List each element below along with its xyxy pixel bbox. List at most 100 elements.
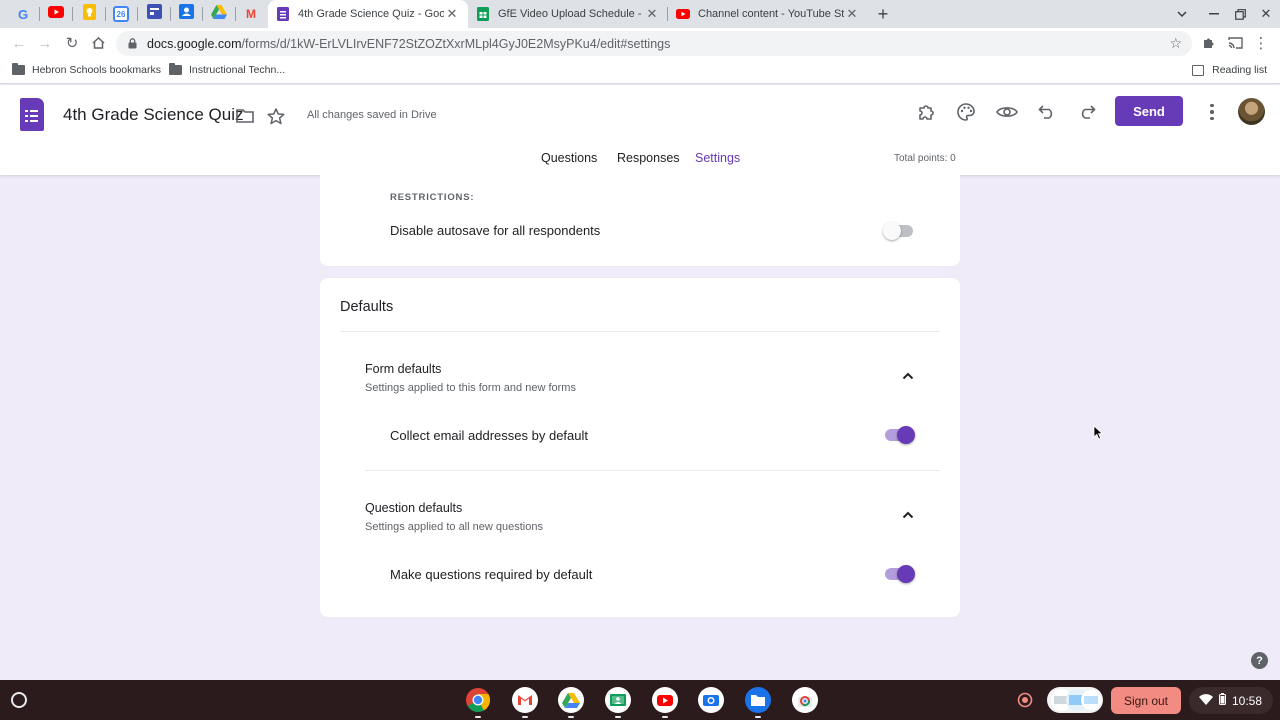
status-area[interactable]: 10:58: [1189, 687, 1273, 714]
close-window-icon[interactable]: ✕: [1256, 4, 1276, 24]
bookmark-star-icon[interactable]: ☆: [1169, 35, 1182, 52]
back-icon[interactable]: ←: [8, 32, 30, 54]
youtube-icon[interactable]: [651, 686, 679, 714]
bookmark-folder-hebron[interactable]: Hebron Schools bookmarks: [12, 63, 161, 76]
save-status: All changes saved in Drive: [307, 109, 437, 121]
url-path: /forms/d/1kW-ErLVLIrvENF72StZOZtXxrMLpl4…: [241, 36, 671, 51]
sign-out-button[interactable]: Sign out: [1111, 687, 1181, 714]
restore-icon[interactable]: [1230, 4, 1250, 24]
drive-icon[interactable]: [557, 686, 585, 714]
home-icon[interactable]: [87, 32, 109, 54]
gmail-icon[interactable]: [511, 686, 539, 714]
move-to-folder-icon[interactable]: [234, 105, 256, 127]
contacts-icon: [178, 4, 194, 24]
new-tab-button[interactable]: +: [873, 4, 893, 24]
bookmarks-bar: Hebron Schools bookmarks Instructional T…: [0, 58, 1280, 84]
add-ons-icon[interactable]: [915, 100, 939, 124]
help-icon[interactable]: ?: [1251, 652, 1268, 669]
forms-header: 4th Grade Science Quiz All changes saved…: [0, 85, 1280, 176]
extensions-icon[interactable]: [1198, 32, 1220, 54]
youtube-icon: [48, 5, 64, 23]
collect-email-toggle[interactable]: [883, 425, 917, 445]
calendar-icon: 26: [113, 6, 129, 22]
chevron-up-icon[interactable]: [899, 506, 917, 524]
camera-icon[interactable]: [697, 686, 725, 714]
disable-autosave-toggle[interactable]: [883, 221, 917, 241]
chrome-icon[interactable]: [464, 686, 492, 714]
tab-forms-quiz[interactable]: 4th Grade Science Quiz - Google Forms ✕: [268, 0, 468, 28]
total-points: Total points: 0: [894, 153, 956, 164]
tab-sheets-schedule[interactable]: GfE Video Upload Schedule - Google Sheet…: [468, 0, 668, 28]
chevron-up-icon[interactable]: [899, 367, 917, 385]
youtube-tab-icon: [676, 7, 690, 21]
reload-icon[interactable]: ↻: [61, 32, 83, 54]
palette-icon[interactable]: [954, 100, 978, 124]
web-store-icon[interactable]: [791, 686, 819, 714]
form-defaults-subtitle: Settings applied to this form and new fo…: [365, 382, 576, 394]
launcher-icon[interactable]: [11, 692, 27, 708]
close-tab-icon[interactable]: ✕: [644, 6, 660, 22]
make-required-label: Make questions required by default: [390, 567, 593, 582]
restrictions-heading: RESTRICTIONS:: [390, 192, 475, 203]
close-tab-icon[interactable]: ✕: [844, 6, 860, 22]
keep-icon: [82, 3, 96, 25]
tab-search-chevron-icon[interactable]: [1172, 4, 1192, 24]
wifi-icon: [1199, 693, 1213, 708]
gmail-icon: M: [246, 7, 256, 21]
pinned-tab-drive[interactable]: [203, 2, 235, 26]
cast-icon[interactable]: [1224, 32, 1246, 54]
bookmark-label: Instructional Techn...: [189, 64, 286, 76]
pinned-tab-youtube[interactable]: [40, 2, 72, 26]
defaults-heading: Defaults: [340, 299, 394, 315]
undo-icon[interactable]: [1035, 100, 1059, 124]
address-bar[interactable]: docs.google.com/forms/d/1kW-ErLVLIrvENF7…: [116, 31, 1192, 56]
question-defaults-title[interactable]: Question defaults: [365, 501, 462, 515]
tab-youtube-studio[interactable]: Channel content - YouTube Studio ✕: [668, 0, 868, 28]
pinned-tab-calendar[interactable]: 26: [105, 2, 137, 26]
bookmark-label: Hebron Schools bookmarks: [32, 64, 161, 76]
folder-icon: [169, 63, 182, 75]
battery-icon: [1219, 693, 1226, 708]
bookmark-folder-instructional[interactable]: Instructional Techn...: [169, 63, 286, 76]
google-forms-logo-icon[interactable]: [20, 98, 44, 131]
pinned-tab-forms[interactable]: [138, 2, 170, 26]
avatar[interactable]: [1238, 98, 1265, 125]
reading-list-button[interactable]: Reading list: [1192, 64, 1267, 76]
make-required-toggle[interactable]: [883, 564, 917, 584]
holding-space-thumbnails[interactable]: [1047, 687, 1103, 713]
classroom-icon[interactable]: [604, 686, 632, 714]
pinned-tab-keep[interactable]: [73, 2, 105, 26]
reading-list-icon: [1192, 64, 1205, 76]
restrictions-card: RESTRICTIONS: Disable autosave for all r…: [320, 168, 960, 266]
browser-tab-strip: G 26 M 4th Grade Science Quiz - Google F…: [0, 0, 1280, 28]
preview-eye-icon[interactable]: [995, 100, 1019, 124]
browser-toolbar: ← → ↻ docs.google.com/forms/d/1kW-ErLVLI…: [0, 28, 1280, 58]
sheets-tab-icon: [476, 7, 490, 21]
screen-record-icon[interactable]: [1014, 689, 1036, 711]
forward-icon[interactable]: →: [34, 32, 56, 54]
reading-list-label: Reading list: [1212, 64, 1267, 76]
pinned-tab-gmail[interactable]: M: [235, 2, 267, 26]
google-icon: G: [17, 6, 29, 22]
form-title[interactable]: 4th Grade Science Quiz: [63, 105, 243, 125]
disable-autosave-label: Disable autosave for all respondents: [390, 223, 601, 238]
clock: 10:58: [1232, 693, 1263, 708]
send-button[interactable]: Send: [1115, 96, 1183, 126]
forms-tab-icon: [146, 4, 162, 24]
form-defaults-title[interactable]: Form defaults: [365, 362, 441, 376]
divider: [340, 331, 940, 332]
tab-title: GfE Video Upload Schedule - Google Sheet…: [498, 8, 644, 20]
browser-menu-icon[interactable]: ⋮: [1250, 32, 1272, 54]
lock-icon: [128, 38, 138, 49]
tab-title: 4th Grade Science Quiz - Google Forms: [298, 8, 444, 20]
minimize-icon[interactable]: [1204, 4, 1224, 24]
more-options-icon[interactable]: [1202, 100, 1222, 124]
close-tab-icon[interactable]: ✕: [444, 6, 460, 22]
pinned-tab-google[interactable]: G: [7, 2, 39, 26]
drive-icon: [211, 4, 227, 24]
pinned-tab-contacts[interactable]: [170, 2, 202, 26]
folder-icon: [12, 63, 25, 75]
files-icon[interactable]: [744, 686, 772, 714]
star-icon[interactable]: [265, 105, 287, 127]
redo-icon[interactable]: [1075, 100, 1099, 124]
